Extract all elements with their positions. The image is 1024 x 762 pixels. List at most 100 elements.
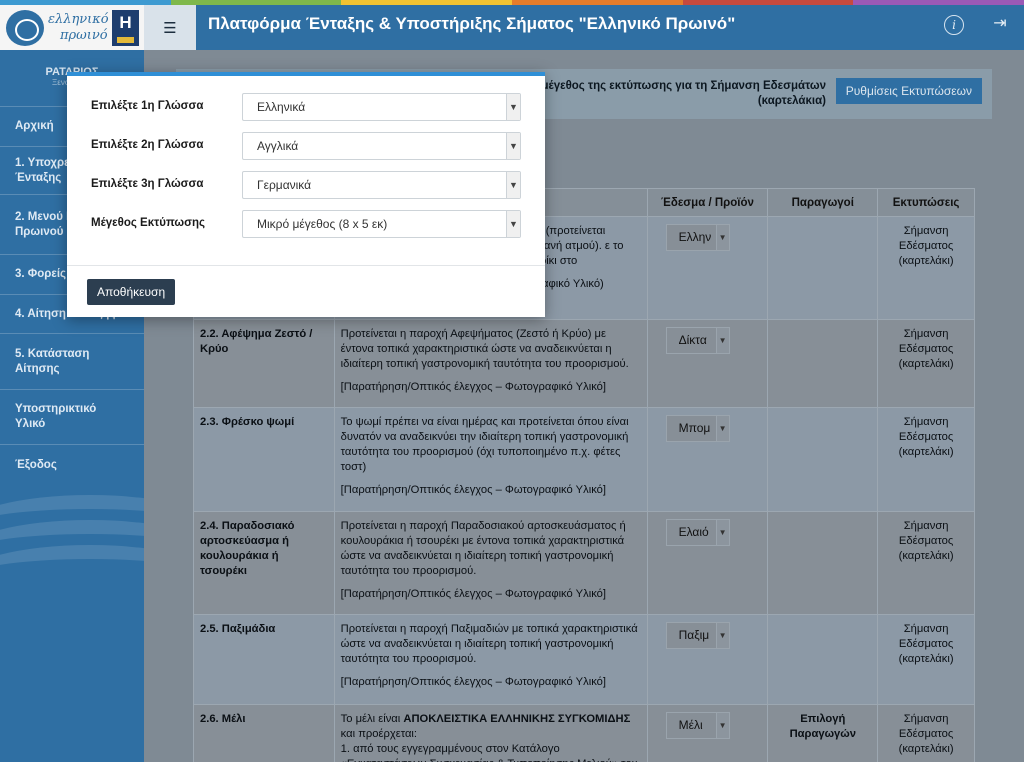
product-select[interactable]: Ελαιό ▼ [665,519,730,546]
row-print-label[interactable]: Σήμανση Εδέσματος (καρτελάκι) [877,614,975,705]
notice-line2: (καρτελάκια) [757,95,826,107]
row-print-label[interactable]: Σήμανση Εδέσματος (καρτελάκι) [877,704,975,762]
table-row: 2.3. Φρέσκο ψωμί Το ψωμί πρέπει να είναι… [193,407,975,512]
row-category: 2.2. Αφέψημα Ζεστό / Κρύο [193,319,335,408]
row-category: 2.6. Μέλι [193,704,335,762]
sidebar-item-status[interactable]: 5. Κατάσταση Αίτησης [0,334,144,390]
producers-select-link[interactable]: Επιλογή Παραγωγών [767,704,879,762]
decorative-wave [0,545,144,615]
language3-select[interactable]: Γερμανικά ▼ [242,171,521,199]
desc-text: Προτείνεται η παροχή Αφεψήματος (Ζεστό ή… [340,328,629,370]
sidebar-item-support[interactable]: Υποστηρικτικό Υλικό [0,390,144,445]
modal-footer: Αποθήκευση [67,265,545,317]
top-header: ελληνικό πρωινό H ☰ Πλατφόρμα Ένταξης & … [0,0,1024,50]
product-select-value: Μέλι [678,718,703,732]
product-select[interactable]: Ελλην ▼ [665,224,730,251]
strip-segment [170,0,342,5]
logo-text-line2: πρωινό [60,28,108,43]
product-select[interactable]: Παξιμ ▼ [665,622,730,649]
hamburger-icon: ☰ [163,19,177,37]
product-select-value: Δίκτα [678,333,707,347]
row-description: Το μέλι είναι ΑΠΟΚΛΕΙΣΤΙΚΑ ΕΛΛΗΝΙΚΗΣ ΣΥΓ… [333,704,648,762]
chevron-down-icon: ▼ [715,713,729,738]
col-header-prints: Εκτυπώσεις [877,188,975,217]
info-icon[interactable]: i [944,15,964,35]
product-select-value: Ελλην [678,230,712,244]
product-select[interactable]: Μπομ ▼ [665,415,730,442]
notice-line1: ο μέγεθος της εκτύπωσης για τη Σήμανση Ε… [531,80,826,92]
logo[interactable]: ελληνικό πρωινό H [0,5,144,50]
row-product: Ελαιό ▼ [646,511,769,615]
strip-segment [512,0,683,5]
row-print-label[interactable]: Σήμανση Εδέσματος (καρτελάκι) [877,319,975,408]
desc-note: [Παρατήρηση/Οπτικός έλεγχος – Φωτογραφικ… [340,588,606,600]
row-description: Προτείνεται η παροχή Παραδοσιακού αρτοσκ… [333,511,648,615]
row-category: 2.5. Παξιμάδια [193,614,335,705]
row-category: 2.4. Παραδοσιακό αρτοσκεύασμα ή κουλουρά… [193,511,335,615]
print-settings-modal: Επιλέξτε 1η Γλώσσα Ελληνικά ▼ Επιλέξτε 2… [67,72,545,317]
language2-select[interactable]: Αγγλικά ▼ [242,132,521,160]
hotel-badge: H [112,10,139,46]
save-button[interactable]: Αποθήκευση [87,279,176,305]
sidebar-item-logout[interactable]: Έξοδος [0,445,144,486]
row-producers[interactable] [767,216,879,320]
chevron-down-icon: ▼ [506,172,520,198]
chevron-down-icon: ▼ [715,416,729,441]
language1-label: Επιλέξτε 1η Γλώσσα [91,100,204,112]
row-product: Ελλην ▼ [646,216,769,320]
sidebar-item-label: Αρχική [15,120,54,132]
row-print-label[interactable]: Σήμανση Εδέσματος (καρτελάκι) [877,407,975,512]
col-header-product: Έδεσμα / Προϊόν [646,188,769,217]
row-producers[interactable] [767,614,879,705]
desc-text: Προτείνεται η παροχή Παραδοσιακού αρτοσκ… [340,520,626,577]
col-header-producers: Παραγωγοί [767,188,879,217]
chevron-down-icon: ▼ [506,211,520,237]
row-description: Προτείνεται η παροχή Παξιμαδιών με τοπικ… [333,614,648,705]
desc-text: Το μέλι είναι ΑΠΟΚΛΕΙΣΤΙΚΑ ΕΛΛΗΝΙΚΗΣ ΣΥΓ… [341,712,641,762]
desc-text: Προτείνεται η παροχή Παξιμαδιών με τοπικ… [340,623,638,665]
row-description: Το ψωμί πρέπει να είναι ημέρας και προτε… [333,407,648,512]
desc-bold: ΑΠΟΚΛΕΙΣΤΙΚΑ ΕΛΛΗΝΙΚΗΣ ΣΥΓΚΟΜΙΔΗΣ [403,713,631,725]
print-settings-button[interactable]: Ρυθμίσεις Εκτυπώσεων [835,78,982,104]
logo-text-line1: ελληνικό [48,12,109,27]
row-producers[interactable] [767,319,879,408]
strip-segment [853,0,1024,5]
row-producers[interactable] [767,407,879,512]
row-product: Παξιμ ▼ [646,614,769,705]
language1-select[interactable]: Ελληνικά ▼ [242,93,521,121]
table-row: 2.6. Μέλι Το μέλι είναι ΑΠΟΚΛΕΙΣΤΙΚΑ ΕΛΛ… [193,704,975,762]
table-row: 2.4. Παραδοσιακό αρτοσκεύασμα ή κουλουρά… [193,511,975,615]
product-select[interactable]: Μέλι ▼ [665,712,730,739]
row-producers[interactable] [767,511,879,615]
desc-text: Το ψωμί πρέπει να είναι ημέρας και προτε… [340,416,629,473]
desc-line2: 1. από τους εγγεγραμμένους στον Κατάλογο… [340,743,638,762]
desc-note: [Παρατήρηση/Οπτικός έλεγχος – Φωτογραφικ… [340,484,606,496]
product-select-value: Ελαιό [678,525,709,539]
chevron-down-icon: ▼ [715,328,729,353]
row-product: Μέλι ▼ [646,704,769,762]
notice-text: ο μέγεθος της εκτύπωσης για τη Σήμανση Ε… [531,79,826,109]
menu-toggle-button[interactable]: ☰ [144,5,196,50]
product-select[interactable]: Δίκτα ▼ [665,327,730,354]
desc-suffix: και προέρχεται: [340,728,418,740]
row-category: 2.3. Φρέσκο ψωμί [193,407,335,512]
product-select-value: Παξιμ [678,628,710,642]
row-print-label[interactable]: Σήμανση Εδέσματος (καρτελάκι) [877,216,975,320]
language3-label: Επιλέξτε 3η Γλώσσα [91,178,204,190]
language2-row: Επιλέξτε 2η Γλώσσα Αγγλικά ▼ [67,132,545,160]
product-select-value: Μπομ [678,421,711,435]
row-description: Προτείνεται η παροχή Αφεψήματος (Ζεστό ή… [333,319,648,408]
chevron-down-icon: ▼ [506,133,520,159]
strip-segment [341,0,513,5]
row-print-label[interactable]: Σήμανση Εδέσματος (καρτελάκι) [877,511,975,615]
print-size-value: Μικρό μέγεθος (8 x 5 εκ) [257,217,388,231]
sidebar-item-label: Υποστηρικτικό Υλικό [15,403,97,430]
print-size-select[interactable]: Μικρό μέγεθος (8 x 5 εκ) ▼ [242,210,521,238]
chevron-down-icon: ▼ [715,623,729,648]
chevron-down-icon: ▼ [715,520,729,545]
language2-value: Αγγλικά [257,139,299,153]
chevron-down-icon: ▼ [506,94,520,120]
table-row: 2.2. Αφέψημα Ζεστό / Κρύο Προτείνεται η … [193,319,975,408]
logout-icon[interactable]: ⇥ [990,15,1010,35]
language1-row: Επιλέξτε 1η Γλώσσα Ελληνικά ▼ [67,93,545,121]
